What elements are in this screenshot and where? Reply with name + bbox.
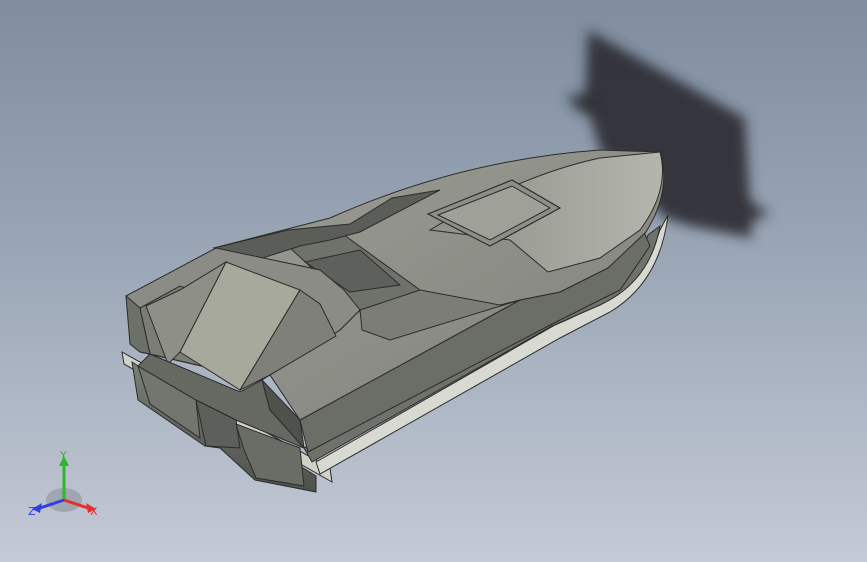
y-axis-label: Y (60, 449, 67, 462)
x-axis-label: X (90, 505, 98, 518)
z-axis-label: Z (28, 505, 36, 518)
coordinate-triad: Y X Z (24, 448, 104, 524)
graphics-viewport[interactable]: Y X Z (0, 0, 867, 562)
boat-model[interactable] (0, 0, 867, 562)
